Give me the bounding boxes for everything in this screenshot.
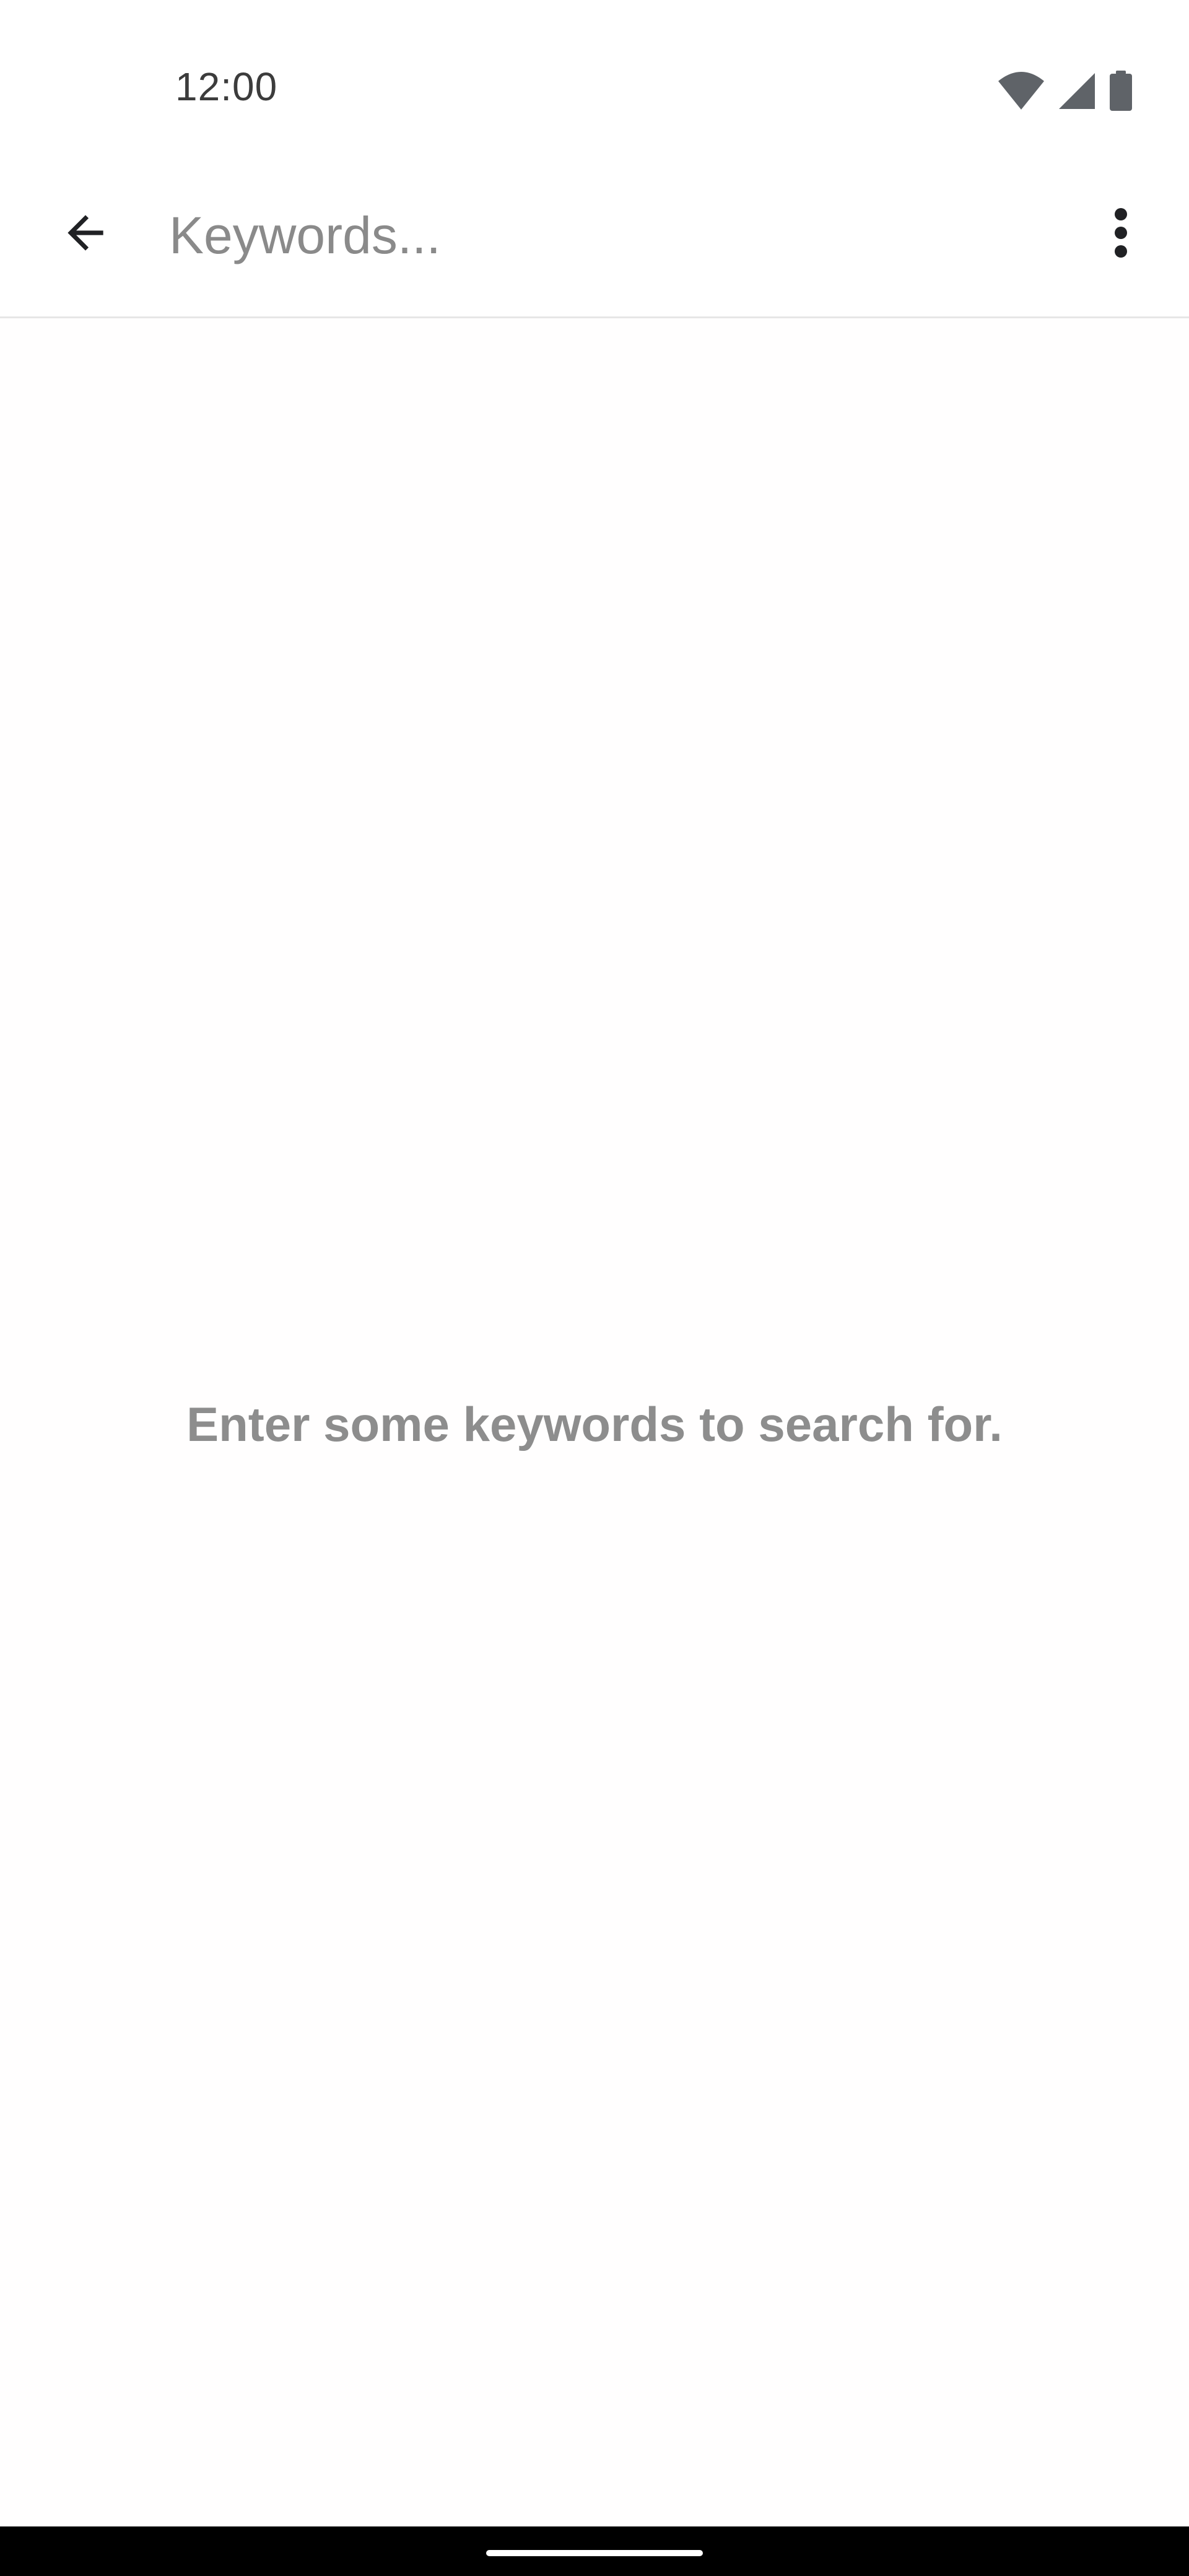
status-icons (997, 71, 1133, 111)
home-gesture-handle[interactable] (486, 2550, 703, 2556)
cellular-signal-icon (1058, 72, 1096, 110)
status-time: 12:00 (175, 64, 278, 109)
search-toolbar (0, 161, 1189, 318)
battery-icon (1108, 71, 1133, 111)
more-options-button[interactable] (1084, 197, 1158, 271)
back-button[interactable] (48, 197, 123, 271)
search-results-area: Enter some keywords to search for. (0, 318, 1189, 2526)
navigation-bar (0, 2526, 1189, 2576)
arrow-back-icon (59, 206, 112, 263)
empty-state-message: Enter some keywords to search for. (186, 1397, 1003, 1451)
wifi-icon (997, 71, 1045, 111)
more-vert-icon (1113, 207, 1128, 262)
search-input[interactable] (169, 198, 1067, 272)
status-bar: 12:00 (0, 0, 1189, 161)
